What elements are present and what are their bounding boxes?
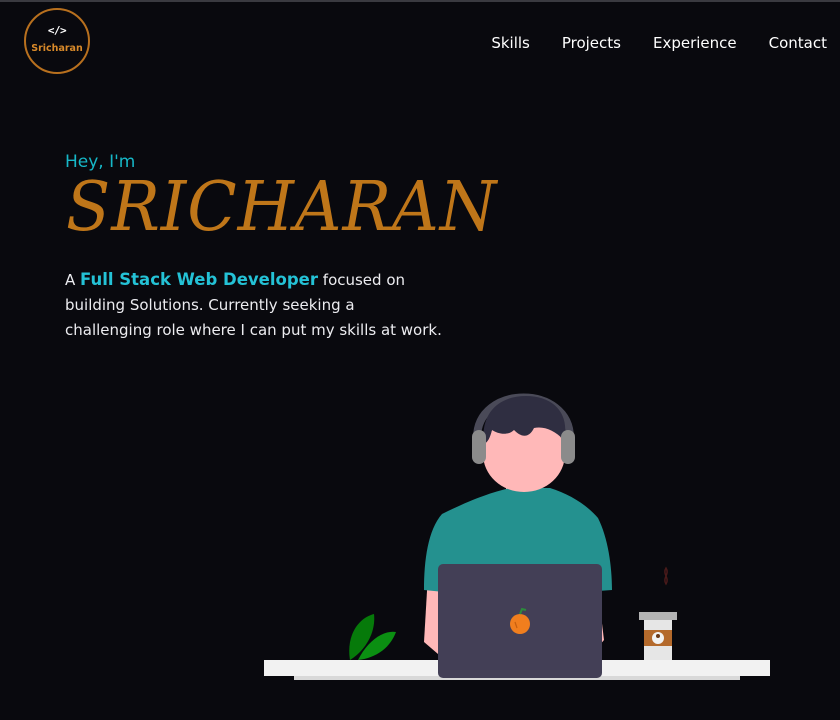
nav-item-projects[interactable]: Projects: [562, 34, 621, 52]
developer-illustration: [264, 393, 770, 680]
nav-item-experience[interactable]: Experience: [653, 34, 737, 52]
hero-intro: A Full Stack Web Developer focused on bu…: [65, 267, 445, 343]
plant-icon: [349, 614, 396, 660]
headphone-left-cup: [472, 430, 486, 464]
nav-item-contact[interactable]: Contact: [769, 34, 827, 52]
top-border: [0, 0, 840, 2]
nav-item-skills[interactable]: Skills: [491, 34, 530, 52]
logo-name: Sricharan: [31, 43, 83, 54]
site-logo[interactable]: </> Sricharan: [24, 8, 90, 74]
hero-name: SRICHARAN: [66, 168, 498, 247]
headphone-right-cup: [561, 430, 575, 464]
laptop-icon: [438, 564, 602, 678]
coffee-cup-icon: [639, 566, 677, 660]
main-nav: Skills Projects Experience Contact: [491, 34, 827, 52]
intro-highlight: Full Stack Web Developer: [80, 270, 319, 289]
intro-prefix: A: [65, 271, 81, 289]
code-brackets-icon: </>: [47, 24, 67, 37]
